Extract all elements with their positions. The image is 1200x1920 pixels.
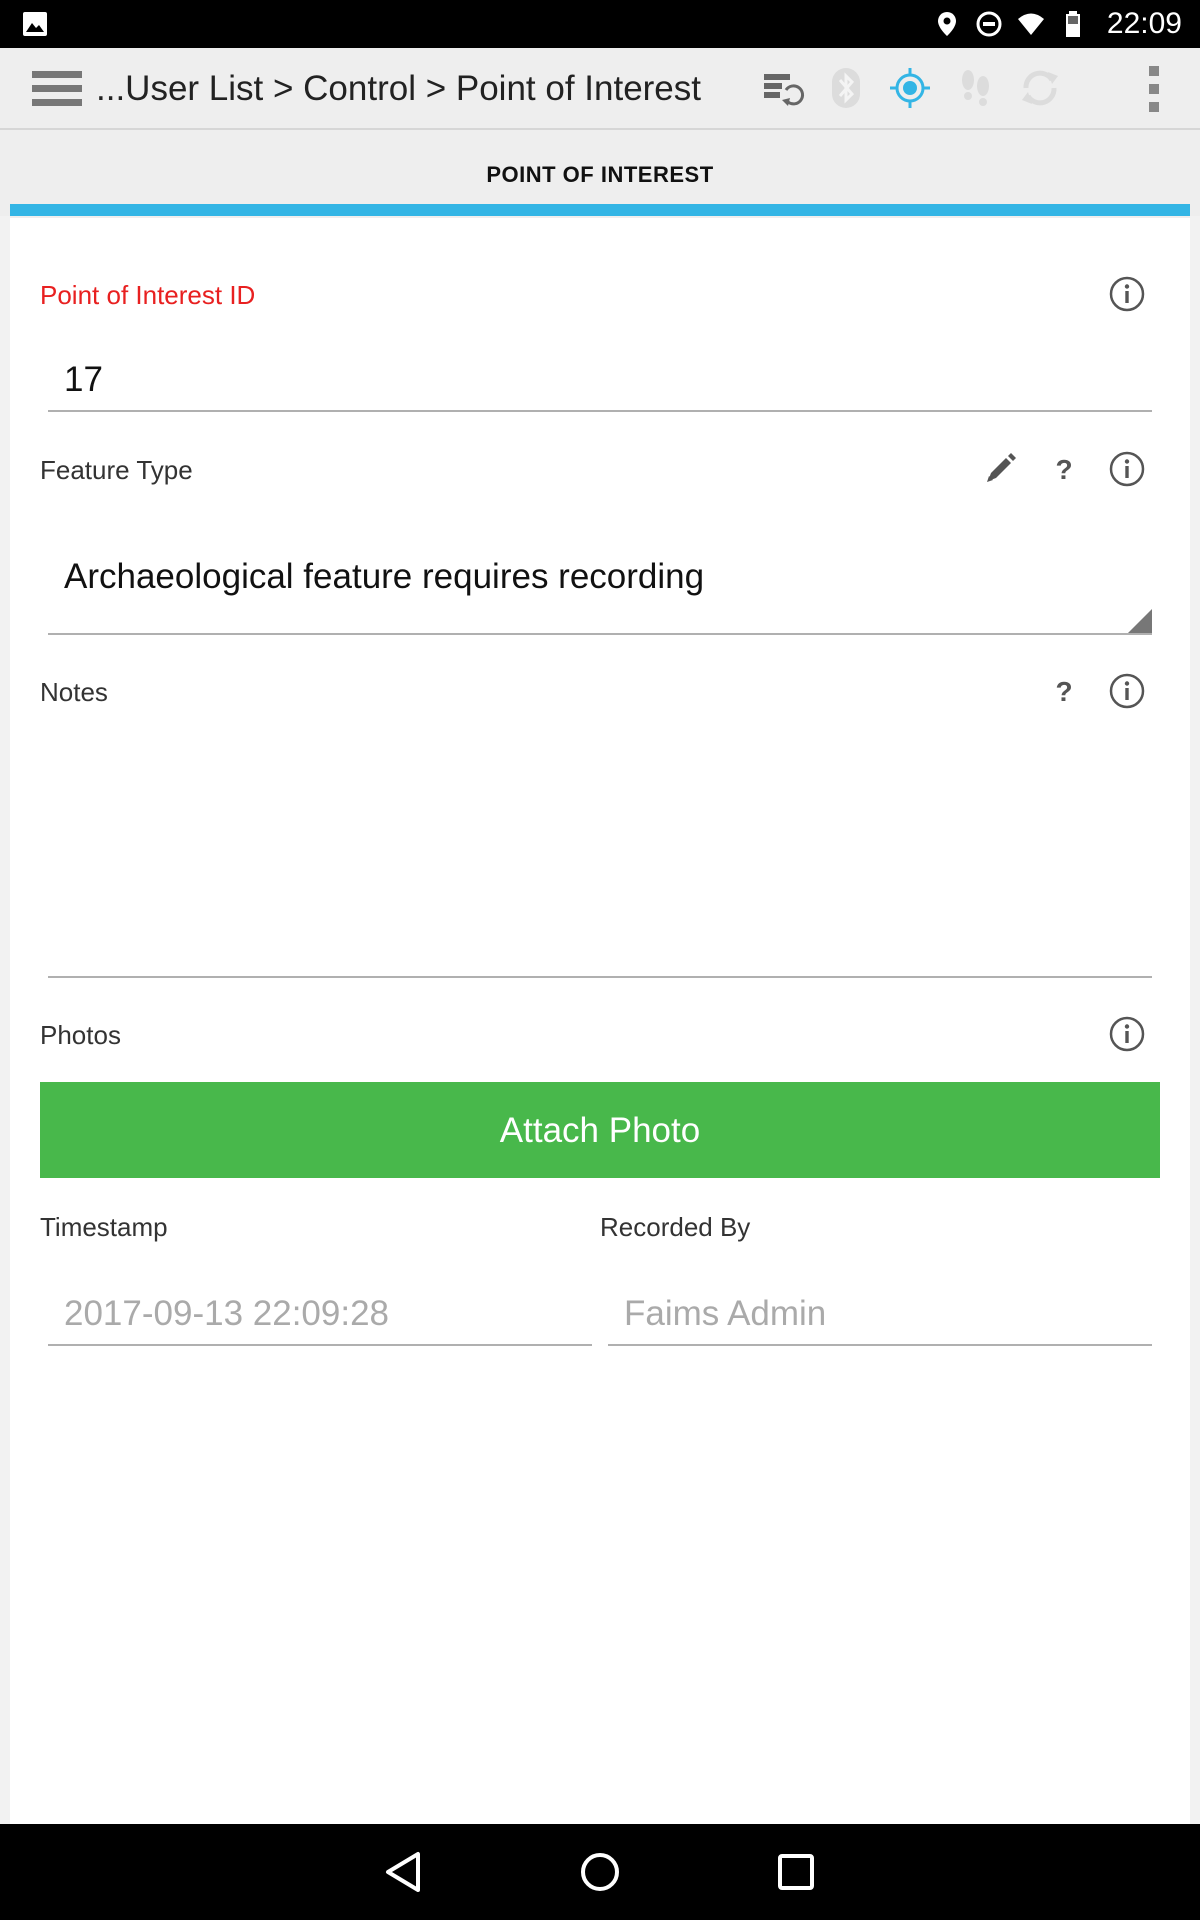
overflow-menu-icon[interactable]: [1144, 64, 1164, 114]
svg-text:?: ?: [1055, 454, 1072, 485]
poi-id-label: Point of Interest ID: [40, 280, 256, 310]
status-time: 22:09: [1106, 7, 1182, 40]
photos-label: Photos: [40, 1020, 121, 1050]
sync-server-icon[interactable]: [758, 64, 806, 112]
help-icon[interactable]: ?: [1046, 451, 1082, 487]
sync-icon[interactable]: [1016, 64, 1064, 112]
svg-text:?: ?: [1055, 676, 1072, 707]
info-icon[interactable]: [1109, 1016, 1145, 1052]
attach-photo-button[interactable]: Attach Photo: [40, 1082, 1160, 1178]
feature-type-label: Feature Type: [40, 455, 193, 485]
info-icon[interactable]: [1109, 276, 1145, 312]
poi-id-value: 17: [64, 360, 103, 399]
recorded-by-label: Recorded By: [600, 1212, 751, 1242]
timestamp-label: Timestamp: [40, 1212, 168, 1242]
breadcrumb[interactable]: ...User List > Control > Point of Intere…: [96, 69, 701, 109]
feature-type-value: Archaeological feature requires recordin…: [64, 557, 705, 596]
gps-icon[interactable]: [886, 64, 934, 112]
menu-icon[interactable]: [32, 69, 82, 109]
do-not-disturb-icon: [976, 11, 1002, 37]
pencil-icon[interactable]: [982, 451, 1018, 487]
back-icon[interactable]: [378, 1846, 430, 1898]
recorded-by-field[interactable]: Faims Admin: [608, 1276, 1152, 1346]
info-icon[interactable]: [1109, 673, 1145, 709]
timestamp-field[interactable]: 2017-09-13 22:09:28: [48, 1276, 592, 1346]
tab-label: POINT OF INTEREST: [486, 162, 714, 187]
home-icon[interactable]: [574, 1846, 626, 1898]
right-edge: [1190, 216, 1200, 1824]
navigation-bar: [0, 1824, 1200, 1920]
dropdown-arrow-icon: [1128, 609, 1152, 633]
app-bar: ...User List > Control > Point of Intere…: [0, 48, 1200, 130]
recorded-by-value: Faims Admin: [624, 1294, 827, 1333]
status-icons: 22:09: [933, 0, 1182, 48]
poi-id-input[interactable]: 17: [48, 346, 1152, 412]
status-bar: 22:09: [0, 0, 1200, 48]
help-icon[interactable]: ?: [1046, 673, 1082, 709]
bluetooth-icon[interactable]: [822, 64, 870, 112]
info-icon[interactable]: [1109, 451, 1145, 487]
location-icon: [937, 12, 956, 36]
feature-type-select[interactable]: Archaeological feature requires recordin…: [48, 530, 1152, 635]
tracking-footsteps-icon[interactable]: [952, 64, 1000, 112]
notes-textarea[interactable]: [48, 720, 1152, 978]
timestamp-value: 2017-09-13 22:09:28: [64, 1294, 389, 1333]
battery-icon: [1065, 11, 1080, 37]
notes-label: Notes: [40, 677, 108, 707]
wifi-icon: [1017, 13, 1044, 35]
recent-apps-icon[interactable]: [770, 1846, 822, 1898]
tab-indicator: [10, 204, 1190, 216]
left-edge: [0, 216, 10, 1824]
image-notification-icon: [23, 12, 47, 36]
